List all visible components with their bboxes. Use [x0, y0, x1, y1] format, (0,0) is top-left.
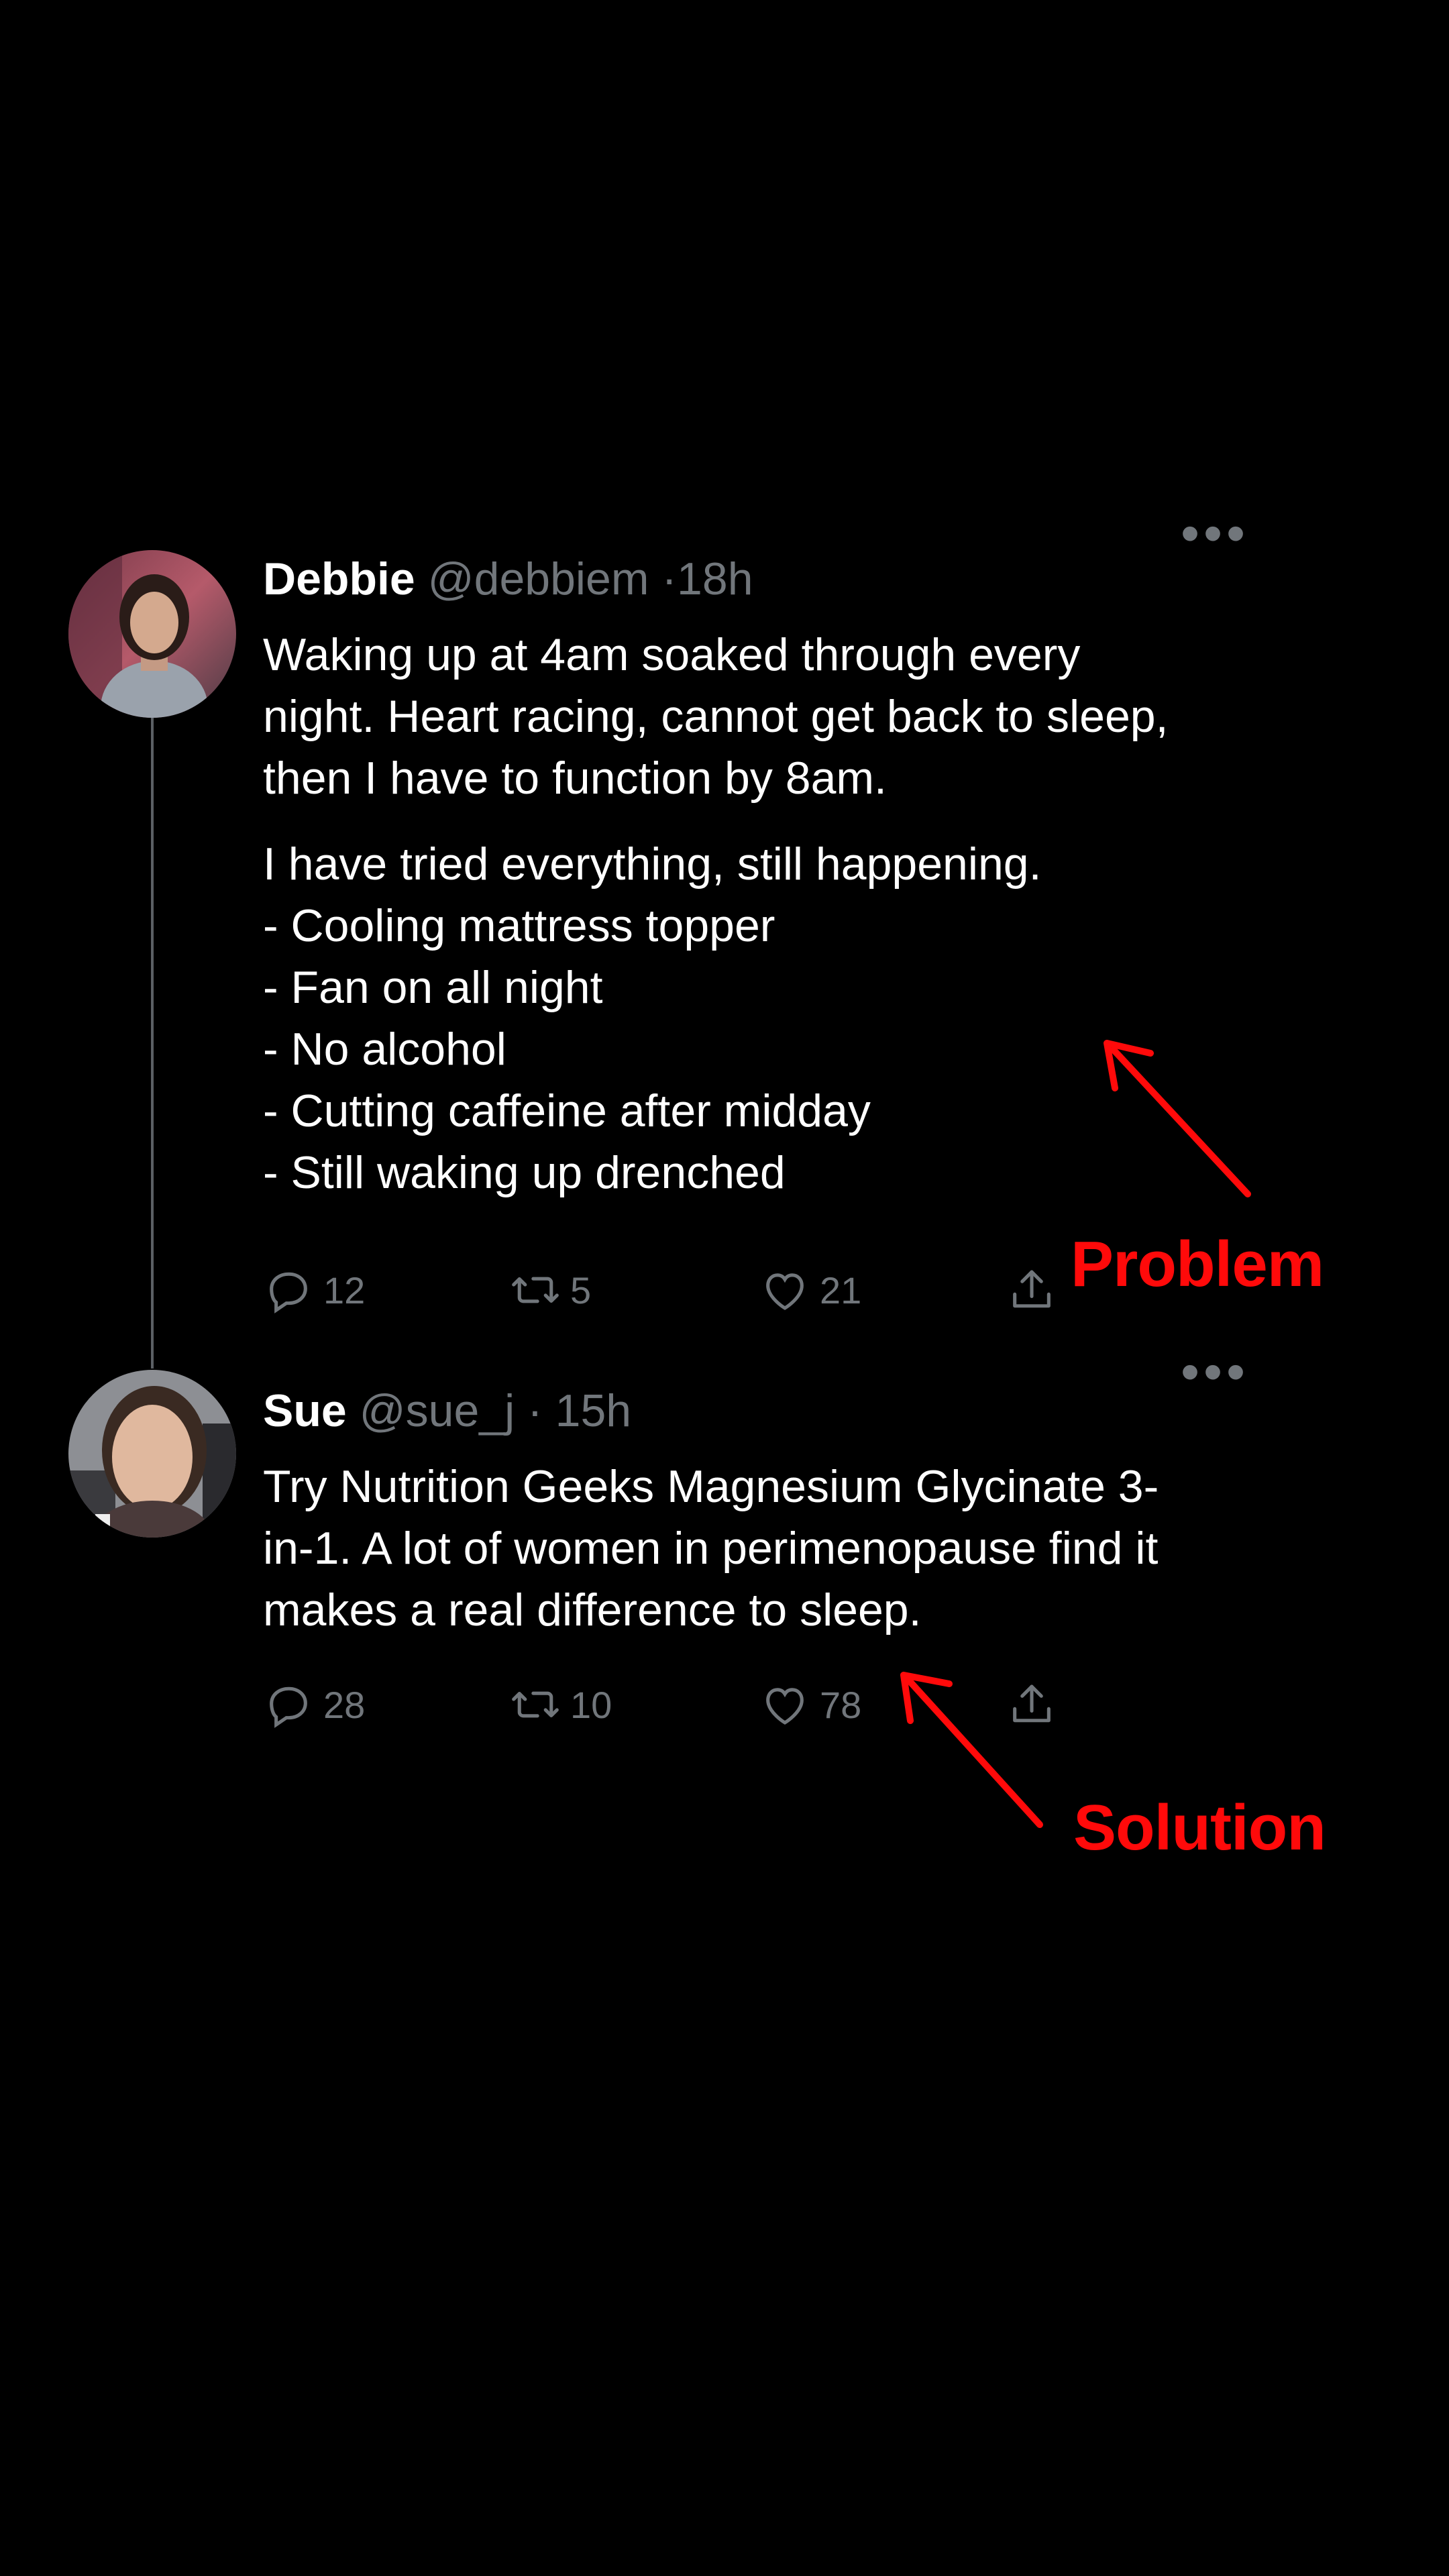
tweet-paragraph: Try Nutrition Geeks Magnesium Glycinate … [263, 1461, 1159, 1635]
avatar-debbie[interactable] [68, 550, 236, 718]
retweet-count: 5 [570, 1269, 592, 1311]
tweet-header: Sue @sue_j · 15h [263, 1384, 631, 1438]
avatar-sue[interactable] [68, 1370, 236, 1538]
tweet-body: Waking up at 4am soaked through every ni… [263, 624, 1202, 1203]
solution-label: Solution [1073, 1792, 1326, 1864]
retweet-icon [512, 1277, 559, 1303]
retweet-icon [512, 1691, 559, 1718]
heart-icon [766, 1688, 804, 1725]
timestamp[interactable]: ·18h [661, 553, 753, 604]
more-icon[interactable]: ••• [1181, 506, 1249, 560]
tweet-list: I have tried everything, still happening… [263, 833, 1202, 1203]
list-item: - Cutting caffeine after midday [263, 1085, 871, 1136]
like-button[interactable]: 78 [759, 1679, 861, 1730]
author-handle[interactable]: @sue_j [360, 1385, 515, 1436]
solution-arrow [900, 1672, 1043, 1828]
list-item: - No alcohol [263, 1024, 506, 1075]
share-button[interactable] [1006, 1265, 1067, 1316]
list-item: I have tried everything, still happening… [263, 839, 1042, 890]
retweet-count: 10 [570, 1683, 612, 1726]
like-count: 78 [820, 1683, 862, 1726]
list-item: - Cooling mattress topper [263, 900, 775, 951]
reply-icon [270, 1272, 307, 1313]
reply-icon [270, 1686, 307, 1728]
like-button[interactable]: 21 [759, 1265, 861, 1316]
author-name[interactable]: Sue [263, 1385, 347, 1436]
tweet-header: Debbie @debbiem ·18h [263, 552, 753, 606]
heart-icon [766, 1273, 804, 1310]
problem-label: Problem [1071, 1228, 1324, 1300]
timestamp[interactable]: · 15h [527, 1385, 631, 1436]
tweet-paragraph: Waking up at 4am soaked through every ni… [263, 629, 1169, 804]
share-icon [1013, 1270, 1051, 1308]
tweet-body: Try Nutrition Geeks Magnesium Glycinate … [263, 1456, 1202, 1641]
like-count: 21 [820, 1269, 862, 1311]
author-name[interactable]: Debbie [263, 553, 415, 604]
list-item: - Fan on all night [263, 962, 603, 1013]
retweet-button[interactable]: 5 [510, 1265, 591, 1316]
reply-button[interactable]: 12 [263, 1265, 365, 1316]
list-item: - Still waking up drenched [263, 1147, 786, 1198]
reply-count: 12 [323, 1269, 366, 1311]
problem-arrow [1104, 1040, 1251, 1197]
reply-button[interactable]: 28 [263, 1679, 365, 1730]
author-handle[interactable]: @debbiem [428, 553, 649, 604]
retweet-button[interactable]: 10 [510, 1679, 612, 1730]
more-icon[interactable]: ••• [1181, 1345, 1249, 1399]
reply-count: 28 [323, 1683, 366, 1726]
thread-line [151, 718, 154, 1368]
